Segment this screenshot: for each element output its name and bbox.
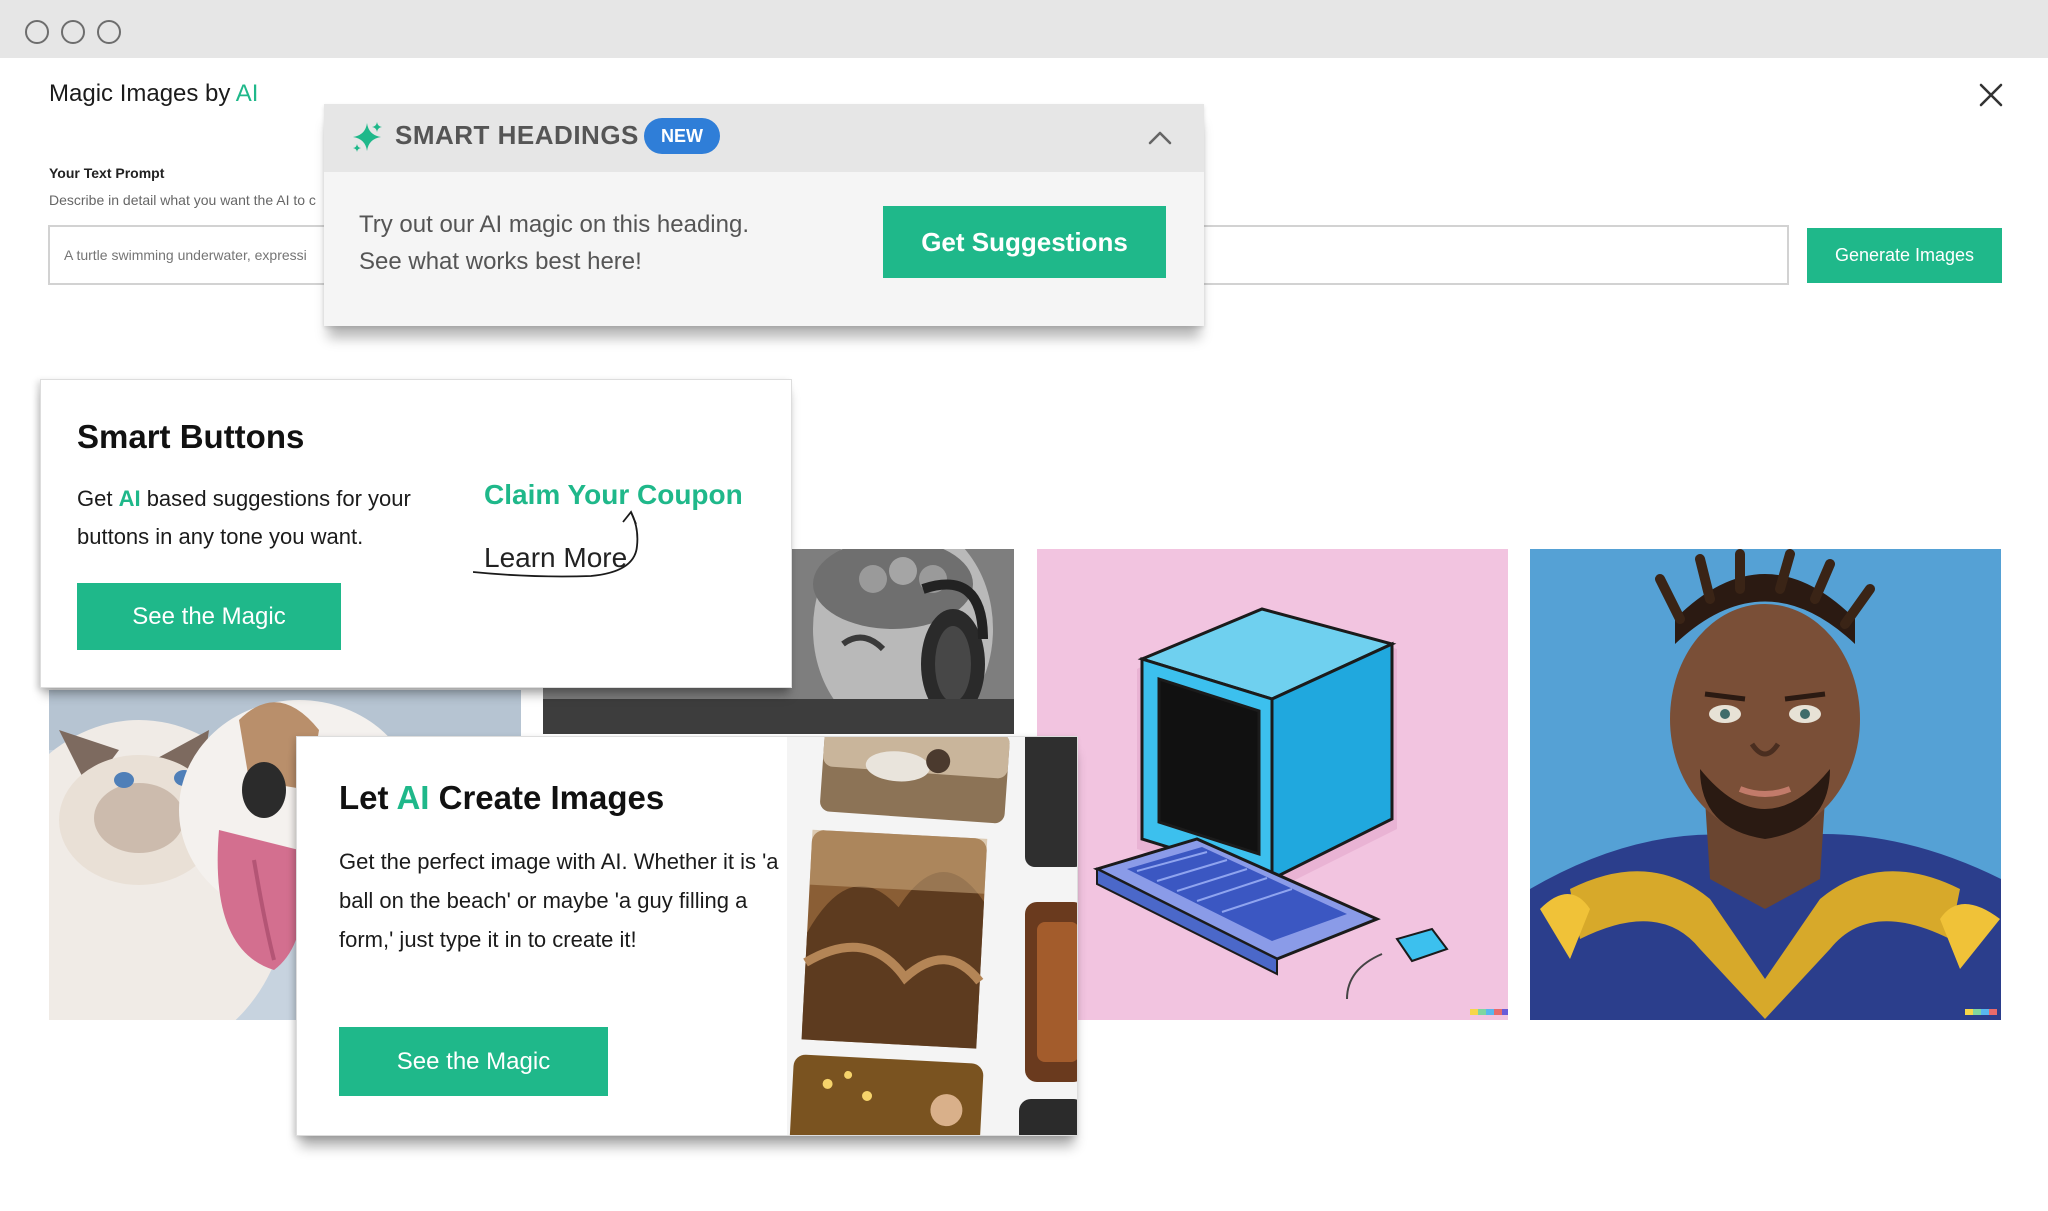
window-maximize-dot[interactable] [97,20,121,44]
smart-headings-line-1: Try out our AI magic on this heading. [359,211,749,238]
smart-buttons-ai-word: AI [118,486,141,511]
claim-coupon-example: Claim Your Coupon [484,479,743,510]
page-title: Magic Images by AI [49,80,258,108]
page-title-ai: AI [235,80,259,107]
create-images-see-magic-button[interactable]: See the Magic [339,1027,608,1096]
swap-arrow-icon [473,510,639,578]
new-badge: NEW [644,118,720,154]
sparkle-icon [353,122,382,152]
football-player-painting [1530,549,2001,1020]
close-icon[interactable] [1976,80,2006,110]
smart-headings-line-2: See what works best here! [359,248,642,275]
computer-illustration [1037,549,1508,1020]
smart-headings-title: SMART HEADINGS [395,120,639,150]
window-titlebar [0,0,2048,58]
smart-buttons-card: Smart Buttons Get AI based suggestions f… [40,379,792,688]
smart-buttons-text-start: Get [77,486,119,511]
smart-buttons-see-magic-button[interactable]: See the Magic [77,583,341,650]
smart-buttons-description: Get AI based suggestions for your button… [77,480,447,556]
chevron-up-icon[interactable] [1146,124,1174,152]
create-images-card: Let AI Create Images Get the perfect ima… [296,736,1078,1136]
football-player-painting-image[interactable] [1530,549,2001,1020]
get-suggestions-button[interactable]: Get Suggestions [883,206,1166,278]
page-title-text: Magic Images by [49,80,236,107]
smart-headings-message: Try out our AI magic on this heading. Se… [359,206,799,280]
window-minimize-dot[interactable] [61,20,85,44]
retro-computer-image[interactable] [1037,549,1508,1020]
generate-images-button[interactable]: Generate Images [1807,228,2002,283]
prompt-label: Your Text Prompt [49,165,165,181]
create-images-title-end: Create Images [429,779,665,816]
smart-headings-header[interactable]: SMART HEADINGS NEW [324,104,1204,172]
image-collage [787,737,1077,1135]
create-images-title: Let AI Create Images [339,779,664,817]
create-images-description: Get the perfect image with AI. Whether i… [339,849,779,952]
prompt-description: Describe in detail what you want the AI … [49,192,316,208]
smart-buttons-title: Smart Buttons [77,418,305,455]
smart-headings-panel: SMART HEADINGS NEW Try out our AI magic … [324,104,1204,326]
window-close-dot[interactable] [25,20,49,44]
create-images-title-ai: AI [396,779,430,816]
create-images-title-start: Let [339,779,397,816]
